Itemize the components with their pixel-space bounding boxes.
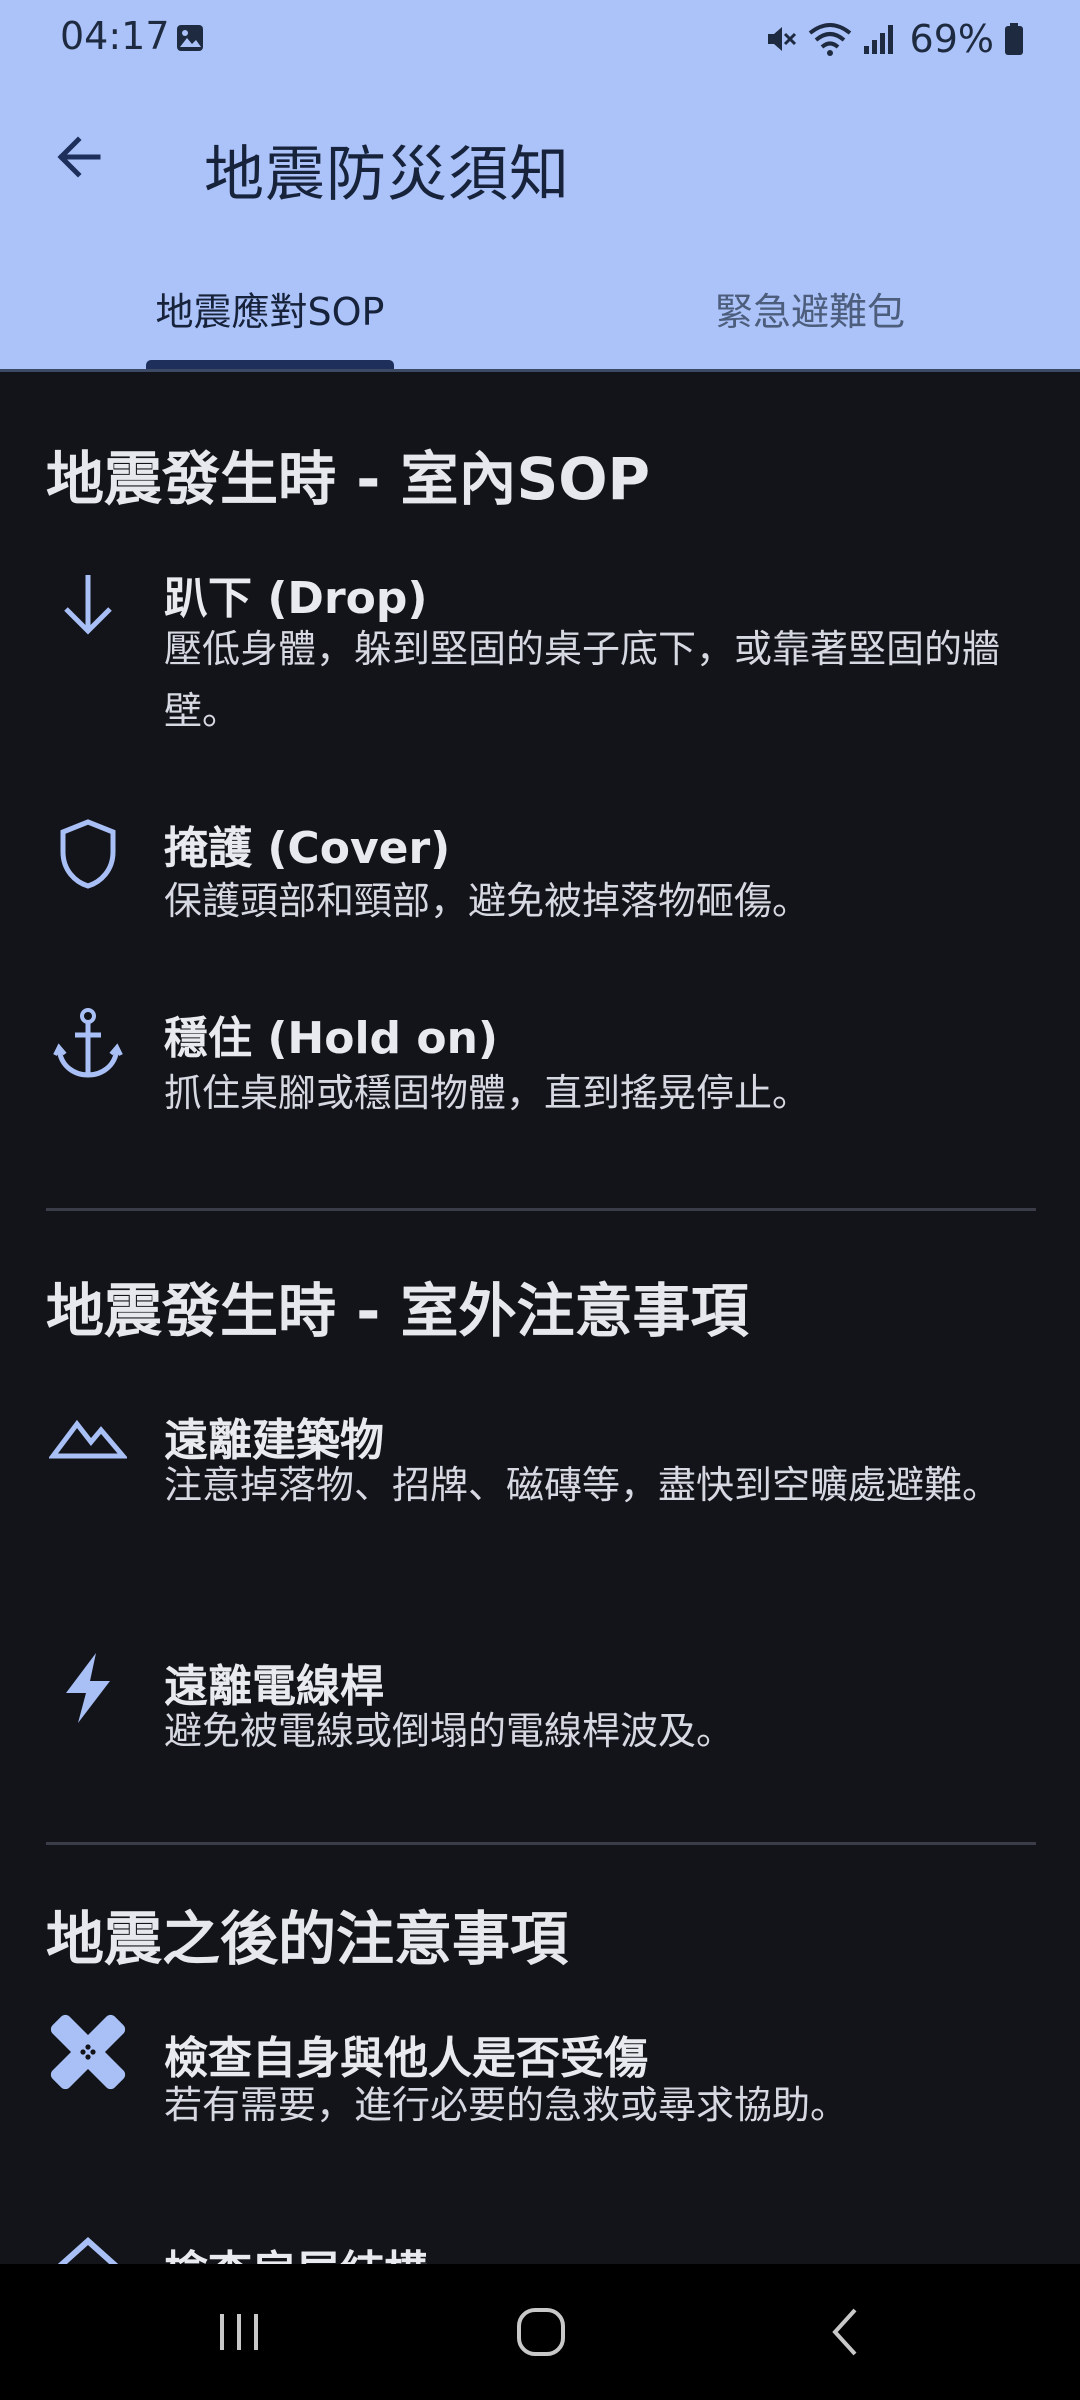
item-desc: 若有需要，進行必要的急救或尋求協助。 (164, 2083, 849, 2127)
wifi-icon (808, 23, 851, 56)
content-scroll[interactable]: 地震發生時 - 室內SOP 趴下 (Drop) 壓低身體，躲到堅固的桌子底下，或… (0, 372, 1080, 2264)
divider (46, 1208, 1036, 1211)
status-time: 04:17 (60, 14, 170, 58)
home-icon (517, 2308, 565, 2356)
landscape-icon (46, 1396, 130, 1480)
item-desc: 抓住桌腳或穩固物體，直到搖晃停止。 (164, 1071, 811, 1115)
app-bar: 04:17 69% 地震防災須知 地震應對SOP 緊急避難包 (0, 0, 1080, 372)
item-desc: 注意掉落物、招牌、磁磚等，盡快到空曠處避難。 (164, 1463, 1001, 1507)
section-title: 地震之後的注意事項 (46, 1905, 569, 1973)
arrow-down-icon (46, 562, 130, 646)
lightning-bolt-icon (46, 1646, 130, 1730)
signal-icon (863, 25, 893, 54)
section-title: 地震發生時 - 室內SOP (46, 445, 651, 513)
recent-apps-icon (220, 2314, 258, 2350)
tab-emergency-kit[interactable]: 緊急避難包 (690, 272, 930, 344)
arrow-back-icon (57, 136, 101, 178)
anchor-icon (46, 1002, 130, 1086)
section-title: 地震發生時 - 室外注意事項 (46, 1277, 749, 1345)
system-nav-bar (0, 2264, 1080, 2400)
bandage-icon (46, 2010, 130, 2094)
battery-percent: 69% (909, 17, 994, 61)
item-title: 穩住 (Hold on) (164, 1013, 499, 1064)
back-nav-button[interactable] (800, 2292, 890, 2372)
tab-earthquake-sop[interactable]: 地震應對SOP (146, 272, 394, 344)
chevron-left-icon (832, 2308, 857, 2356)
house-icon (46, 2226, 130, 2264)
item-title: 趴下 (Drop) (164, 573, 428, 624)
home-button[interactable] (496, 2292, 586, 2372)
back-button[interactable] (46, 124, 112, 190)
image-notification-icon (177, 25, 203, 51)
divider (46, 1842, 1036, 1845)
page-title: 地震防災須知 (204, 140, 570, 210)
mute-icon (767, 27, 796, 51)
item-title: 檢查房屋結構 (164, 2236, 428, 2264)
item-desc: 壓低身體，躲到堅固的桌子底下，或靠著堅固的牆壁。 (164, 627, 1001, 733)
recent-apps-button[interactable] (194, 2292, 284, 2372)
shield-icon (46, 812, 130, 896)
item-desc: 避免被電線或倒塌的電線桿波及。 (164, 1709, 735, 1753)
tab-indicator (146, 360, 394, 369)
status-icons: 69% (764, 14, 1024, 64)
item-title: 掩護 (Cover) (164, 823, 451, 874)
item-desc: 保護頭部和頸部，避免被掉落物砸傷。 (164, 879, 811, 923)
battery-icon (1005, 23, 1023, 55)
